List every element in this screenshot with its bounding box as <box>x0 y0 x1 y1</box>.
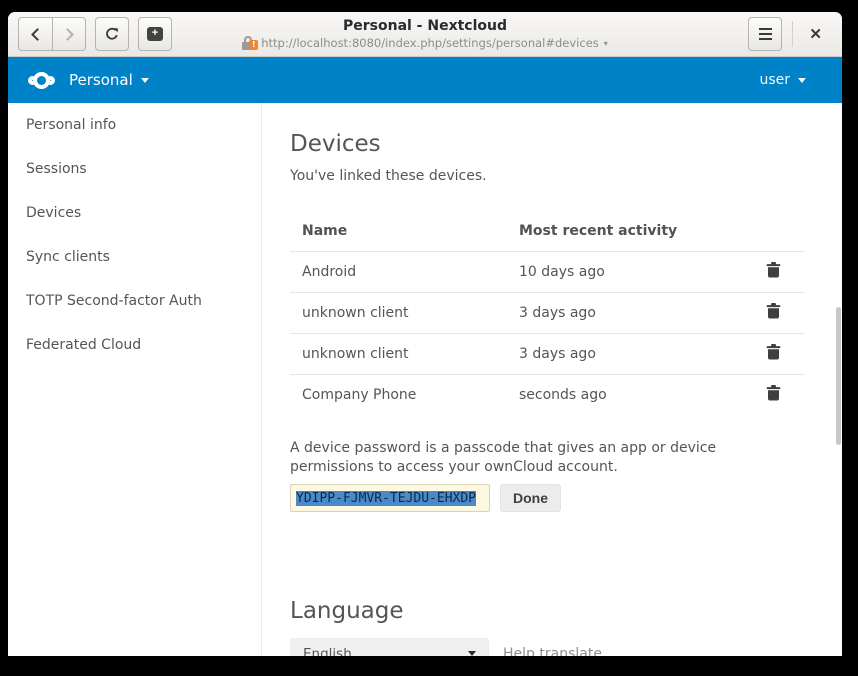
device-password-value: YDIPP-FJMVR-TEJDU-EHXDP <box>296 491 476 506</box>
select-arrow-icon <box>468 651 476 656</box>
user-menu-label: user <box>759 72 790 88</box>
back-button[interactable] <box>18 17 52 51</box>
trash-icon <box>766 385 781 401</box>
app-menu[interactable]: Personal <box>69 71 149 89</box>
forward-button[interactable] <box>52 17 86 51</box>
language-select[interactable]: English <box>290 638 489 656</box>
new-tab-button[interactable]: + <box>138 17 172 51</box>
device-password-note: A device password is a passcode that giv… <box>290 439 790 477</box>
browser-window: + Personal - Nextcloud ! http://localhos… <box>8 12 842 656</box>
sidebar-item-sync-clients[interactable]: Sync clients <box>8 235 261 279</box>
nextcloud-logo-icon <box>28 72 55 89</box>
window-controls: ✕ <box>748 17 842 51</box>
delete-device-button[interactable] <box>766 303 781 319</box>
nextcloud-header: Personal user <box>8 57 842 103</box>
device-activity: 3 days ago <box>507 333 749 374</box>
sidebar-item-sessions[interactable]: Sessions <box>8 147 261 191</box>
page-body: Personal info Sessions Devices Sync clie… <box>8 103 842 656</box>
delete-device-button[interactable] <box>766 385 781 401</box>
reload-icon <box>104 26 120 42</box>
column-header-actions <box>749 211 805 251</box>
hamburger-icon <box>759 28 772 40</box>
settings-content: Devices You've linked these devices. Nam… <box>262 103 842 656</box>
user-menu[interactable]: user <box>759 72 806 88</box>
new-tab-icon: + <box>147 27 163 41</box>
passcode-row: YDIPP-FJMVR-TEJDU-EHXDP Done <box>290 484 842 512</box>
warning-badge-icon: ! <box>249 40 258 50</box>
table-row: Company Phone seconds ago <box>290 374 805 415</box>
browser-titlebar: + Personal - Nextcloud ! http://localhos… <box>8 12 842 57</box>
device-name: Android <box>290 251 507 292</box>
vertical-scrollbar-thumb[interactable] <box>836 307 841 445</box>
language-selected-value: English <box>303 646 352 657</box>
settings-sidebar: Personal info Sessions Devices Sync clie… <box>8 103 262 656</box>
devices-subtitle: You've linked these devices. <box>290 168 842 184</box>
url-bar[interactable]: ! http://localhost:8080/index.php/settin… <box>242 36 608 50</box>
delete-device-button[interactable] <box>766 262 781 278</box>
menu-button[interactable] <box>748 17 782 51</box>
device-password-field[interactable]: YDIPP-FJMVR-TEJDU-EHXDP <box>290 484 490 512</box>
table-header-row: Name Most recent activity <box>290 211 805 251</box>
back-icon <box>31 28 44 41</box>
titlebar-separator <box>792 21 793 47</box>
device-activity: seconds ago <box>507 374 749 415</box>
sidebar-item-devices[interactable]: Devices <box>8 191 261 235</box>
language-section-title: Language <box>290 596 842 626</box>
reload-button[interactable] <box>95 17 129 51</box>
column-header-name: Name <box>290 211 507 251</box>
trash-icon <box>766 262 781 278</box>
column-header-activity: Most recent activity <box>507 211 749 251</box>
sidebar-item-totp[interactable]: TOTP Second-factor Auth <box>8 279 261 323</box>
device-activity: 10 days ago <box>507 251 749 292</box>
sidebar-item-federated-cloud[interactable]: Federated Cloud <box>8 323 261 367</box>
done-button[interactable]: Done <box>500 484 561 512</box>
forward-icon <box>61 28 74 41</box>
chevron-down-icon <box>141 78 149 83</box>
table-row: unknown client 3 days ago <box>290 333 805 374</box>
device-name: unknown client <box>290 333 507 374</box>
trash-icon <box>766 303 781 319</box>
devices-section-title: Devices <box>290 129 842 159</box>
device-activity: 3 days ago <box>507 292 749 333</box>
table-row: Android 10 days ago <box>290 251 805 292</box>
devices-table: Name Most recent activity Android 10 day… <box>290 211 805 415</box>
sidebar-item-personal-info[interactable]: Personal info <box>8 103 261 147</box>
close-button[interactable]: ✕ <box>803 21 828 47</box>
trash-icon <box>766 344 781 360</box>
language-row: English Help translate <box>290 638 842 656</box>
window-title: Personal - Nextcloud <box>343 18 507 35</box>
url-dropdown-icon: ▾ <box>604 39 608 48</box>
delete-device-button[interactable] <box>766 344 781 360</box>
table-row: unknown client 3 days ago <box>290 292 805 333</box>
device-name: Company Phone <box>290 374 507 415</box>
insecure-lock-icon: ! <box>242 36 256 50</box>
app-menu-label: Personal <box>69 71 133 89</box>
chevron-down-icon <box>798 78 806 83</box>
nav-toolbar: + <box>8 17 172 51</box>
url-text: http://localhost:8080/index.php/settings… <box>261 36 599 50</box>
help-translate-link[interactable]: Help translate <box>503 646 602 657</box>
device-name: unknown client <box>290 292 507 333</box>
